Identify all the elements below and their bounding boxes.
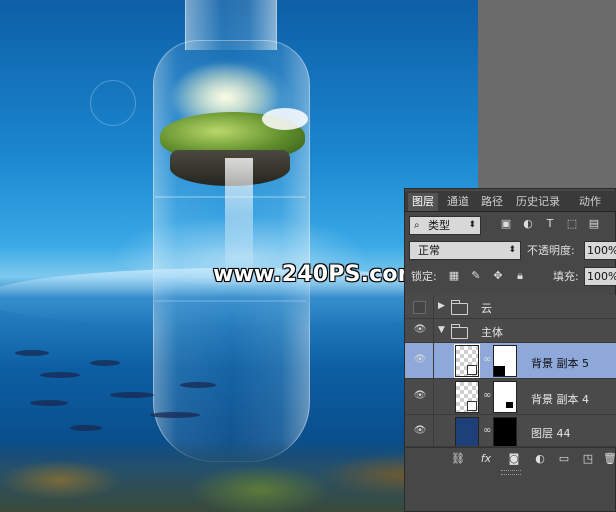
layer-mask-thumbnail[interactable]	[493, 381, 517, 413]
opacity-input[interactable]: 100%	[584, 241, 616, 260]
blend-row: 正常 ⬍ 不透明度: 100%	[405, 239, 616, 263]
fish	[40, 372, 80, 378]
island-cloud	[262, 108, 308, 130]
fish	[15, 350, 49, 356]
smart-object-badge-icon	[467, 365, 477, 375]
layer-thumbnail[interactable]	[454, 344, 480, 378]
filter-kind-value: 类型	[428, 219, 450, 232]
layer-name: 背景 副本 4	[531, 393, 589, 406]
lens-flare	[90, 80, 136, 126]
fish	[180, 382, 216, 388]
panel-resize-grip[interactable]	[501, 470, 521, 475]
layer-thumbnail[interactable]	[455, 381, 479, 413]
folder-open-icon	[451, 324, 468, 339]
fish	[70, 425, 102, 431]
tab-layers[interactable]: 图层	[408, 193, 438, 211]
delete-icon[interactable]: 🗑︎	[603, 452, 616, 466]
divider	[433, 319, 434, 343]
lock-label: 锁定:	[411, 270, 437, 283]
search-icon: ⌕	[414, 220, 420, 231]
lock-position-icon[interactable]: ✥	[491, 269, 505, 283]
layer-row-copy-4[interactable]: 👁︎ ∞ 背景 副本 4	[405, 379, 616, 415]
layer-mask-thumbnail[interactable]	[493, 417, 517, 446]
eye-icon[interactable]: 👁︎	[413, 390, 427, 404]
chevron-down-icon[interactable]: ▼	[438, 325, 445, 335]
mask-shape	[506, 402, 513, 408]
blend-mode-select[interactable]: 正常 ⬍	[409, 241, 521, 260]
chevron-updown-icon: ⬍	[508, 245, 516, 255]
shape-filter-icon[interactable]: ⬚	[565, 217, 579, 231]
lock-transparency-icon[interactable]: ▦	[447, 269, 461, 283]
panel-tab-bar: 图层 通道 路径 历史记录 动作	[405, 191, 616, 212]
divider	[433, 379, 434, 415]
lock-all-icon[interactable]: 🔒︎	[513, 269, 527, 283]
tab-paths[interactable]: 路径	[477, 193, 507, 211]
fill-input[interactable]: 100%	[584, 267, 616, 286]
divider	[433, 415, 434, 446]
mask-shape	[494, 366, 505, 376]
add-mask-icon[interactable]: ◙	[507, 452, 521, 466]
tab-channels[interactable]: 通道	[443, 193, 473, 211]
lock-pixels-icon[interactable]: ✎	[469, 269, 483, 283]
eye-icon[interactable]: 👁︎	[413, 324, 427, 338]
chevron-right-icon[interactable]: ▶	[438, 301, 445, 311]
blend-mode-value: 正常	[418, 244, 440, 257]
layer-mask-thumbnail[interactable]	[493, 345, 517, 377]
layer-name: 图层 44	[531, 427, 571, 440]
folder-icon	[451, 300, 468, 315]
adjustment-filter-icon[interactable]: ◐	[521, 217, 535, 231]
panel-footer: ⛓ fx ◙ ◐ ▭ ◳ 🗑︎	[405, 447, 616, 470]
fx-icon[interactable]: fx	[479, 452, 493, 466]
adjustment-icon[interactable]: ◐	[533, 452, 547, 466]
fish	[90, 360, 120, 366]
new-group-icon[interactable]: ▭	[557, 452, 571, 466]
layer-name: 背景 副本 5	[531, 357, 589, 370]
filter-row: ⌕ 类型 ⬍ ▣ ◐ T ⬚ ▤	[405, 213, 616, 237]
divider	[433, 295, 434, 319]
layer-row-group-cloud[interactable]: ▶ 云	[405, 295, 616, 319]
layer-row-group-main[interactable]: 👁︎ ▼ 主体	[405, 319, 616, 343]
tab-history[interactable]: 历史记录	[512, 193, 564, 211]
link-icon[interactable]: ⛓	[451, 452, 465, 466]
chevron-updown-icon: ⬍	[468, 220, 476, 230]
eye-icon[interactable]: 👁︎	[413, 425, 427, 439]
layers-panel[interactable]: 图层 通道 路径 历史记录 动作 ⌕ 类型 ⬍ ▣ ◐ T ⬚ ▤ 正常 ⬍ 不…	[404, 188, 616, 512]
fish	[150, 412, 200, 418]
lock-row: 锁定: ▦ ✎ ✥ 🔒︎ 填充: 100%	[405, 265, 616, 289]
link-chain-icon[interactable]: ∞	[483, 390, 491, 401]
fill-label: 填充:	[553, 270, 579, 283]
smart-object-badge-icon	[467, 401, 477, 411]
fish	[30, 400, 68, 406]
type-filter-icon[interactable]: T	[543, 217, 557, 231]
divider	[433, 343, 434, 379]
image-filter-icon[interactable]: ▣	[499, 217, 513, 231]
smart-object-filter-icon[interactable]: ▤	[587, 217, 601, 231]
new-layer-icon[interactable]: ◳	[581, 452, 595, 466]
filter-kind-select[interactable]: ⌕ 类型 ⬍	[409, 216, 481, 235]
watermark-text: www.240PS.com	[213, 262, 421, 287]
fish	[110, 392, 154, 398]
layer-name: 主体	[481, 326, 503, 339]
link-chain-icon[interactable]: ∞	[483, 425, 491, 436]
link-chain-icon[interactable]: ∞	[483, 354, 491, 365]
layer-thumbnail[interactable]	[455, 417, 479, 446]
visibility-toggle[interactable]	[413, 301, 426, 314]
eye-icon[interactable]: 👁︎	[413, 354, 427, 368]
layer-name: 云	[481, 302, 492, 315]
layer-row-layer-44[interactable]: 👁︎ ∞ 图层 44	[405, 415, 616, 447]
opacity-label: 不透明度:	[527, 244, 575, 257]
tab-actions[interactable]: 动作	[575, 193, 605, 211]
layer-row-copy-5[interactable]: 👁︎ ∞ 背景 副本 5	[405, 343, 616, 379]
